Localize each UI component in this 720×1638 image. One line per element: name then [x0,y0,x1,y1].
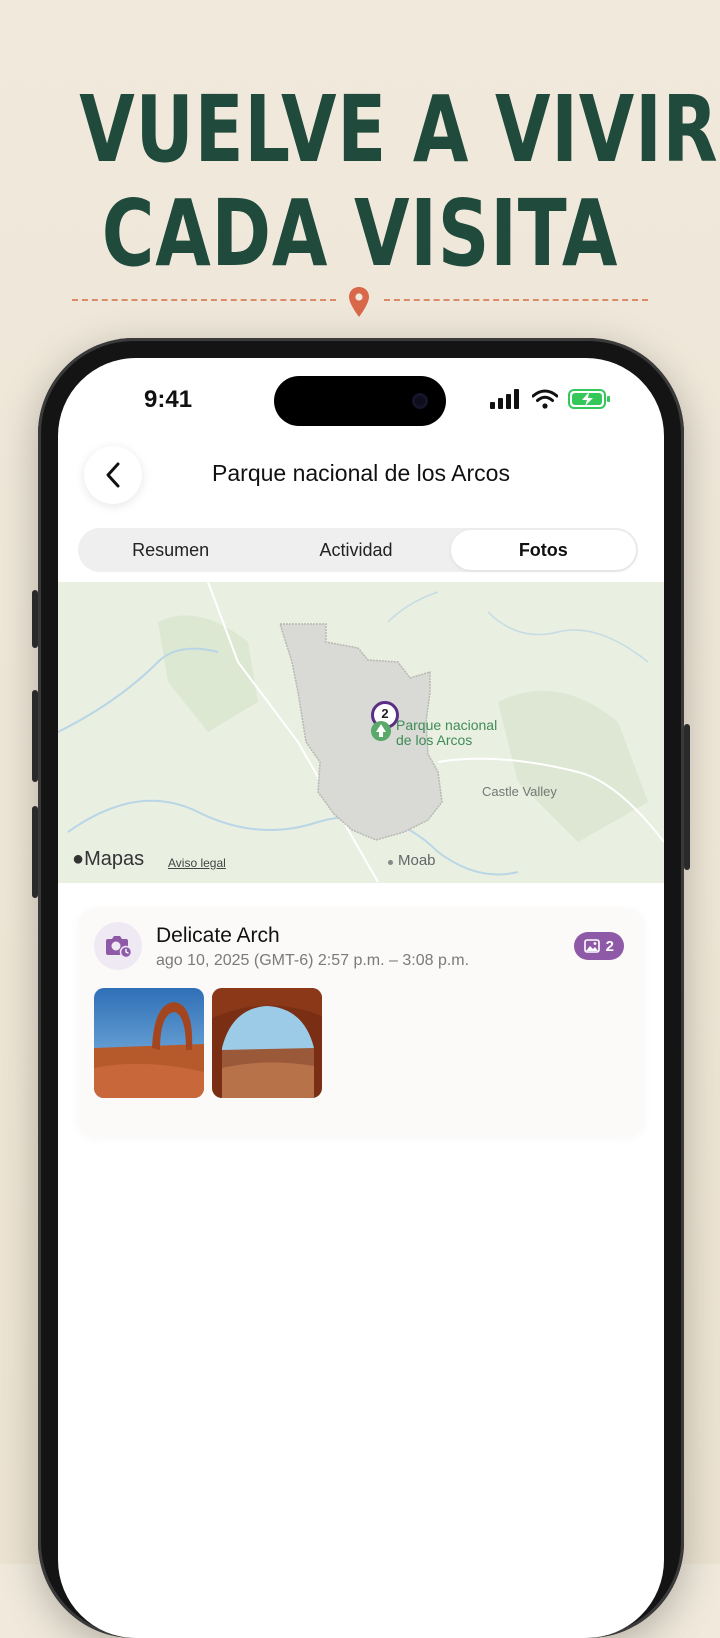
volume-down-button [32,806,38,898]
volume-up-button [32,690,38,782]
park-tree-icon [371,721,391,741]
arch-window-photo [212,988,322,1098]
photo-count-badge: 2 [573,932,624,960]
power-button [684,724,690,870]
moab-dot [388,860,393,865]
page-title: Parque nacional de los Arcos [212,460,510,486]
battery-charging-icon [568,389,610,409]
delicate-arch-photo [94,988,204,1098]
dynamic-island [274,376,446,426]
visit-title: Delicate Arch [156,924,280,947]
maps-brand: ●Mapas [72,848,144,871]
photo-icon [583,939,600,953]
photo-thumbnail-2[interactable] [212,988,322,1098]
status-icons [490,388,612,410]
photo-count: 2 [605,937,614,955]
park-label: Parque nacional de los Arcos [396,717,498,748]
status-time: 9:41 [144,386,193,413]
map-view[interactable]: 2 Parque nacional de los Arcos Castle Va… [58,582,664,883]
map-terrain [58,582,664,883]
photo-thumbnail-1[interactable] [94,988,204,1098]
camera-clock-icon [106,936,132,958]
divider-right [384,299,648,301]
maps-brand-label: Mapas [84,848,145,870]
location-pin-icon [349,287,369,317]
place-castle-valley: Castle Valley [482,784,557,799]
divider-left [72,299,336,301]
app-screen: 9:41 Parque nacional de los Arcos Resume… [58,358,664,1638]
visit-icon [94,922,142,970]
tab-resumen[interactable]: Resumen [78,528,263,572]
legal-link[interactable]: Aviso legal [168,856,226,870]
tab-actividad[interactable]: Actividad [263,528,448,572]
headline-line-2: CADA VISITA [101,180,619,287]
front-camera [412,393,428,409]
wifi-icon [532,389,558,409]
promo-headline: VUELVE A VIVIR CADA VISITA [79,76,719,287]
tab-fotos[interactable]: Fotos [450,530,636,570]
visit-datetime: ago 10, 2025 (GMT-6) 2:57 p.m. – 3:08 p.… [156,952,470,969]
phone-frame: 9:41 Parque nacional de los Arcos Resume… [32,338,690,1638]
visit-card[interactable]: Delicate Arch ago 10, 2025 (GMT-6) 2:57 … [78,908,644,1136]
apple-logo-icon: ● [72,848,85,870]
place-moab: Moab [398,852,436,869]
tab-bar: Resumen Actividad Fotos [78,528,638,572]
headline-line-1: VUELVE A VIVIR [79,76,719,183]
signal-icon [490,389,519,409]
action-button [32,590,38,648]
